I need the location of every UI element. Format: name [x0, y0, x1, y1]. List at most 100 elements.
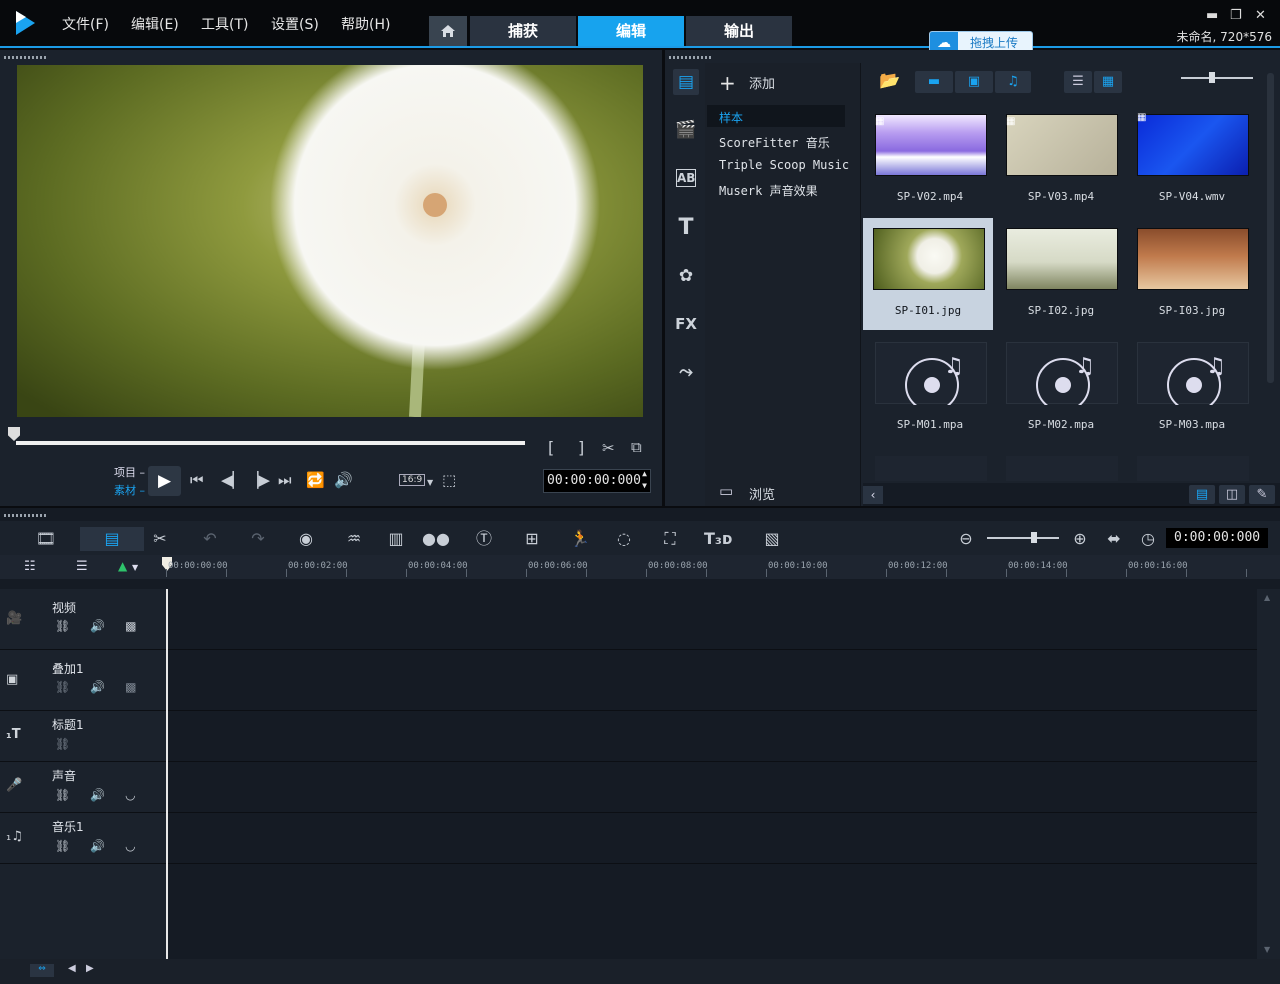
volume-icon[interactable]: 🔊 — [334, 471, 353, 489]
folder-samples[interactable]: 样本 — [719, 109, 743, 126]
add-icon[interactable]: + — [719, 71, 736, 95]
scrubber-bar[interactable] — [16, 441, 525, 445]
media-thumb[interactable]: ♫ SP-M03.mpa — [1127, 332, 1257, 444]
mark-out-icon[interactable]: ] — [578, 438, 584, 457]
track-overlay[interactable]: ▣ 叠加1 ⛓🔊▩ — [0, 650, 166, 711]
tab-edit[interactable]: 编辑 — [578, 16, 684, 46]
menu-settings[interactable]: 设置(S) — [271, 14, 319, 34]
aspect-dropdown-icon[interactable]: ▼ — [427, 478, 433, 487]
scroll-down-icon[interactable]: ▼ — [1264, 945, 1270, 954]
scroll-left-icon[interactable]: ◀ — [68, 963, 76, 974]
import-folder-icon[interactable]: 📂 — [879, 71, 900, 91]
media-thumb[interactable]: ♫ SP-M02.mpa — [996, 332, 1126, 444]
lane-title[interactable] — [168, 711, 1259, 762]
scroll-right-icon[interactable]: ▶ — [86, 963, 94, 974]
track-title[interactable]: ₁T 标题1 ⛓ — [0, 711, 166, 762]
scrubber-handle[interactable] — [8, 427, 20, 441]
browse-icon[interactable]: ▭ — [719, 482, 733, 500]
timeline-vertical-scrollbar[interactable]: ▲ ▼ — [1257, 589, 1280, 959]
zoom-in-icon[interactable]: ⊕ — [1066, 527, 1094, 551]
browse-button[interactable]: 浏览 — [749, 484, 775, 503]
timeline-lanes[interactable] — [166, 589, 1259, 959]
timecode-stepper-icon[interactable]: ▲ ▼ — [642, 468, 647, 492]
multi-camera-icon[interactable]: ⊞ — [518, 527, 546, 551]
collapse-left-icon[interactable]: ‹ — [863, 486, 883, 504]
panel-grip[interactable] — [4, 56, 48, 59]
media-category-icon[interactable]: ▤ — [673, 69, 699, 95]
thumb-size-slider[interactable] — [1181, 77, 1253, 79]
timeline-timecode[interactable]: 0:00:00:000 — [1166, 528, 1268, 548]
library-panel-button[interactable]: ▤ — [1189, 485, 1215, 504]
show-audio-button[interactable]: ♫ — [995, 71, 1031, 93]
media-thumb[interactable]: SP-I03.jpg — [1127, 218, 1257, 330]
aspect-ratio-button[interactable]: 16:9 — [399, 474, 426, 486]
zoom-slider-handle[interactable] — [1031, 532, 1037, 543]
project-duration-icon[interactable]: ◷ — [1134, 527, 1162, 551]
lane-voice[interactable] — [168, 762, 1259, 813]
scissors-icon[interactable]: ✂ — [602, 439, 615, 457]
track-voice[interactable]: 🎤 声音 ⛓🔊◡ — [0, 762, 166, 813]
undo-icon[interactable]: ↶ — [196, 527, 224, 551]
mode-project[interactable]: 项目 – — [114, 464, 145, 480]
tab-output[interactable]: 输出 — [686, 16, 792, 46]
scroll-up-icon[interactable]: ▲ — [1264, 593, 1270, 602]
thumb-view-button[interactable]: ▦ — [1094, 71, 1122, 93]
media-thumb[interactable]: SP-I02.jpg — [996, 218, 1126, 330]
zoom-slider[interactable] — [987, 537, 1059, 539]
track-controls[interactable]: ⛓ — [55, 737, 90, 751]
home-tab[interactable] — [429, 16, 467, 46]
add-folder-button[interactable]: 添加 — [749, 73, 775, 92]
go-end-icon[interactable]: ⏭ — [278, 471, 292, 489]
mode-clip[interactable]: 素材 – — [114, 482, 145, 498]
mask-creator-icon[interactable]: ◌ — [610, 527, 638, 551]
redo-icon[interactable]: ↷ — [244, 527, 272, 551]
edit-panel-button[interactable]: ✎ — [1249, 485, 1275, 504]
path-icon[interactable]: ⤳ — [673, 359, 699, 385]
restore-icon[interactable]: ❐ — [1230, 8, 1242, 23]
panel-grip[interactable] — [669, 56, 713, 59]
folder-scorefitter[interactable]: ScoreFitter 音乐 — [719, 134, 830, 151]
fit-project-icon[interactable]: ⬌ — [1100, 527, 1128, 551]
menu-file[interactable]: 文件(F) — [62, 14, 109, 34]
lane-music[interactable] — [168, 813, 1259, 864]
ripple-edit-icon[interactable]: ▲ — [118, 559, 127, 573]
media-thumb-selected[interactable]: SP-I01.jpg — [863, 218, 993, 330]
title-icon[interactable]: T — [673, 215, 699, 241]
media-thumb[interactable]: ▦ SP-V04.wmv — [1127, 104, 1257, 216]
list-view-button[interactable]: ☰ — [1064, 71, 1092, 93]
mark-in-icon[interactable]: [ — [548, 438, 554, 457]
record-capture-icon[interactable]: ◉ — [292, 527, 320, 551]
lane-overlay[interactable] — [168, 650, 1259, 711]
track-video[interactable]: 🎥 视频 ⛓🔊▩ — [0, 589, 166, 650]
crop-select-icon[interactable]: ⬚ — [442, 471, 456, 489]
filter-fx-icon[interactable]: FX — [673, 311, 699, 337]
tab-capture[interactable]: 捕获 — [470, 16, 576, 46]
chapter-menu-icon[interactable]: ☰ — [76, 559, 88, 574]
show-video-button[interactable]: ▬ — [915, 71, 953, 93]
time-remapping-icon[interactable]: 🏃 — [566, 527, 594, 551]
options-panel-button[interactable]: ◫ — [1219, 485, 1245, 504]
close-icon[interactable]: ✕ — [1255, 8, 1266, 23]
media-thumb[interactable]: ♫ SP-M01.mpa — [865, 332, 995, 444]
track-controls[interactable]: ⛓🔊▩ — [55, 619, 157, 633]
toolbox-icon[interactable]: ✂ — [146, 527, 174, 551]
media-thumb[interactable]: ▦ SP-V02.mp4 — [865, 104, 995, 216]
track-manager-icon[interactable]: ☷ — [24, 559, 36, 574]
3d-title-icon[interactable]: T₃ᴅ — [704, 527, 733, 551]
folder-muserk[interactable]: Muserk 声音效果 — [719, 182, 818, 199]
menu-tools[interactable]: 工具(T) — [201, 14, 248, 34]
timeline-view-icon[interactable]: ▤ — [80, 527, 144, 551]
player-timecode[interactable]: 00:00:00:000 ▲ ▼ — [543, 469, 651, 493]
lane-video[interactable] — [168, 589, 1259, 650]
play-button[interactable]: ▶ — [148, 466, 181, 496]
repeat-icon[interactable]: 🔁 — [306, 471, 325, 489]
menu-help[interactable]: 帮助(H) — [341, 14, 390, 34]
show-photo-button[interactable]: ▣ — [955, 71, 993, 93]
minimize-icon[interactable]: ▬ — [1206, 8, 1218, 23]
enlarge-icon[interactable]: ⧉ — [631, 438, 642, 456]
next-frame-icon[interactable]: ▕▶ — [247, 471, 270, 489]
track-controls[interactable]: ⛓🔊◡ — [55, 788, 156, 802]
track-controls[interactable]: ⛓🔊▩ — [55, 680, 157, 694]
go-start-icon[interactable]: ⏮ — [190, 471, 204, 489]
transition-icon[interactable]: AB — [676, 169, 696, 187]
